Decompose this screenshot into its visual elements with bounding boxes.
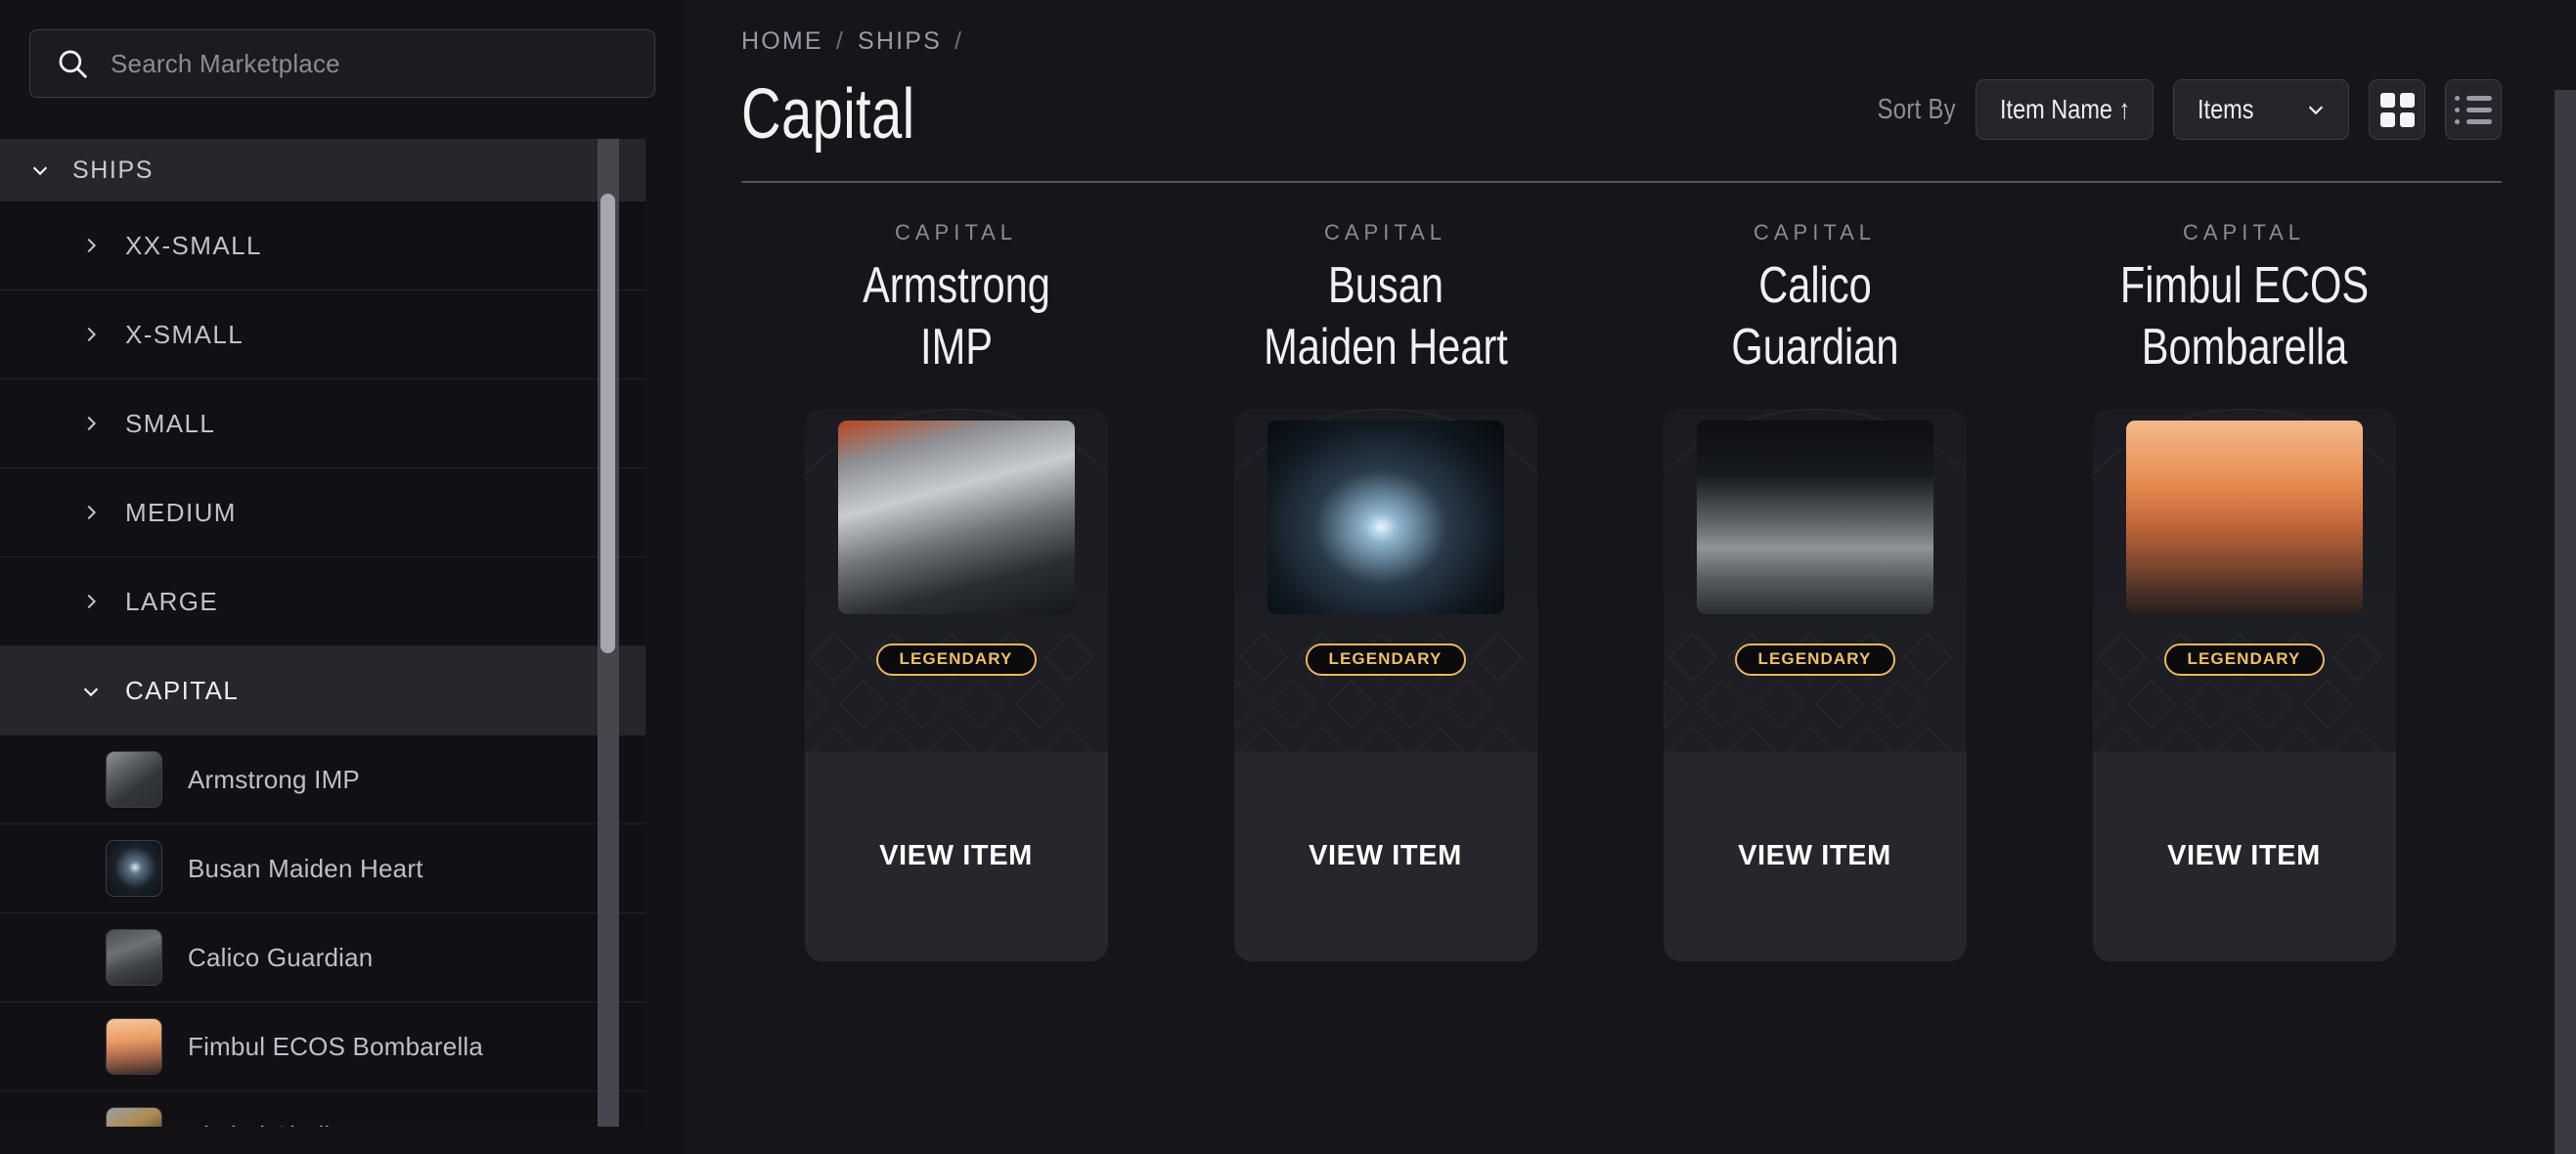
chevron-right-icon (80, 413, 102, 434)
sidebar-item-label: SMALL (125, 408, 216, 438)
item-title: Calico Guardian (1730, 257, 1899, 377)
search-icon (56, 47, 89, 80)
sort-by-label: Sort By (1877, 93, 1956, 125)
item-card: CAPITAL Fimbul ECOS Bombarella LEGENDARY… (2029, 220, 2459, 961)
sidebar-item-label: LARGE (125, 586, 219, 616)
item-image (1696, 420, 1933, 614)
ship-name: Fimbul Sledbarge (188, 1121, 578, 1128)
sidebar-item-label: XX-SMALL (125, 230, 262, 260)
sidebar-node-label: SHIPS (72, 155, 155, 184)
ship-thumbnail (106, 1107, 162, 1127)
rarity-badge: LEGENDARY (1734, 643, 1895, 676)
item-card-body[interactable]: LEGENDARY VIEW ITEM (2092, 408, 2396, 961)
sidebar-item-label: MEDIUM (125, 497, 237, 527)
item-category: CAPITAL (894, 220, 1018, 244)
breadcrumb-separator: / (835, 27, 845, 55)
sidebar-item-label: X-SMALL (125, 319, 244, 349)
item-category: CAPITAL (1323, 220, 1447, 244)
search-box[interactable] (29, 29, 655, 98)
item-image (2125, 420, 2363, 614)
sidebar-node-ships[interactable]: SHIPS (0, 139, 645, 201)
header-divider (741, 181, 2502, 183)
view-item-button[interactable]: VIEW ITEM (2092, 751, 2396, 961)
sidebar-item-xx-small[interactable]: XX-SMALL (0, 201, 645, 290)
item-title: Fimbul ECOS Bombarella (2119, 257, 2369, 377)
chevron-right-icon (80, 324, 102, 345)
item-card-body[interactable]: LEGENDARY VIEW ITEM (804, 408, 1108, 961)
list-view-button[interactable] (2445, 79, 2502, 140)
sidebar-scrollbar-thumb[interactable] (600, 194, 615, 653)
chevron-down-icon (80, 681, 102, 702)
list-item[interactable]: Armstrong IMP (0, 735, 645, 824)
page-title: Capital (741, 75, 915, 154)
sidebar-item-x-small[interactable]: X-SMALL (0, 290, 645, 379)
ship-thumbnail (106, 929, 162, 986)
item-image (1266, 420, 1504, 614)
ship-thumbnail (106, 751, 162, 808)
marketplace-page: SHIPS XX-SMALL X (0, 0, 2576, 1154)
chevron-down-icon (2305, 99, 2327, 120)
item-type-select[interactable]: Items (2173, 79, 2349, 140)
item-image (837, 420, 1075, 614)
item-type-select-value: Items (2198, 94, 2254, 124)
breadcrumb-item-home[interactable]: HOME (741, 27, 823, 56)
toolbar: Sort By Item Name ↑ Items (1860, 79, 2502, 150)
main-content: HOME / SHIPS / Capital Sort By Item Name… (685, 0, 2576, 1154)
ship-name: Calico Guardian (188, 942, 374, 972)
breadcrumb-item-ships[interactable]: SHIPS (858, 27, 942, 56)
category-tree-scroll: SHIPS XX-SMALL X-SMALL SMALL MEDIUM LARG… (0, 139, 685, 1127)
item-card: CAPITAL Calico Guardian LEGENDARY VIEW I… (1600, 220, 2029, 961)
list-item[interactable]: Fimbul Sledbarge (0, 1091, 645, 1127)
sidebar-item-capital[interactable]: CAPITAL (0, 646, 645, 735)
sidebar-item-small[interactable]: SMALL (0, 379, 645, 468)
grid-view-button[interactable] (2369, 79, 2425, 140)
breadcrumb: HOME / SHIPS / (741, 0, 2502, 56)
view-item-button[interactable]: VIEW ITEM (1233, 751, 1537, 961)
sort-select-value: Item Name ↑ (2000, 94, 2131, 124)
list-view-icon (2455, 95, 2492, 124)
view-item-button[interactable]: VIEW ITEM (1663, 751, 1967, 961)
sidebar-item-medium[interactable]: MEDIUM (0, 468, 645, 557)
item-category: CAPITAL (1753, 220, 1877, 244)
chevron-right-icon (80, 591, 102, 612)
rarity-badge: LEGENDARY (875, 643, 1037, 676)
chevron-right-icon (80, 502, 102, 523)
chevron-down-icon (29, 159, 51, 181)
ship-thumbnail (106, 1018, 162, 1075)
sort-select[interactable]: Item Name ↑ (1976, 79, 2198, 140)
sidebar-scrollbar-track[interactable] (598, 139, 619, 1127)
list-item[interactable]: Fimbul ECOS Bombarella (0, 1002, 645, 1091)
sidebar-item-large[interactable]: LARGE (0, 557, 645, 646)
rarity-badge: LEGENDARY (2163, 643, 2325, 676)
category-tree: SHIPS XX-SMALL X-SMALL SMALL MEDIUM LARG… (0, 139, 685, 1127)
ship-name: Fimbul ECOS Bombarella (188, 1031, 484, 1061)
grid-view-icon (2379, 92, 2415, 127)
list-item[interactable]: Busan Maiden Heart (0, 824, 645, 913)
rarity-badge: LEGENDARY (1305, 643, 1466, 676)
search-container (0, 0, 685, 98)
ship-name: Armstrong IMP (188, 764, 360, 794)
item-category: CAPITAL (2182, 220, 2306, 244)
item-card: CAPITAL Armstrong IMP LEGENDARY VIEW ITE… (741, 220, 1171, 961)
breadcrumb-separator: / (955, 27, 964, 55)
view-item-button[interactable]: VIEW ITEM (804, 751, 1108, 961)
item-card: CAPITAL Busan Maiden Heart LEGENDARY VIE… (1171, 220, 1600, 961)
item-grid: CAPITAL Armstrong IMP LEGENDARY VIEW ITE… (741, 220, 2502, 961)
search-input[interactable] (111, 48, 629, 79)
page-header: Capital Sort By Item Name ↑ Items (741, 79, 2502, 150)
item-title: Busan Maiden Heart (1263, 257, 1508, 377)
sidebar-item-label: CAPITAL (125, 676, 240, 705)
list-item[interactable]: Calico Guardian (0, 913, 645, 1002)
item-card-body[interactable]: LEGENDARY VIEW ITEM (1663, 408, 1967, 961)
chevron-right-icon (80, 235, 102, 256)
sidebar: SHIPS XX-SMALL X (0, 0, 685, 1154)
ship-thumbnail (106, 840, 162, 897)
ship-name: Busan Maiden Heart (188, 853, 423, 883)
item-title: Armstrong IMP (862, 257, 1050, 377)
item-card-body[interactable]: LEGENDARY VIEW ITEM (1233, 408, 1537, 961)
main-scrollbar-track[interactable] (2554, 90, 2576, 1154)
